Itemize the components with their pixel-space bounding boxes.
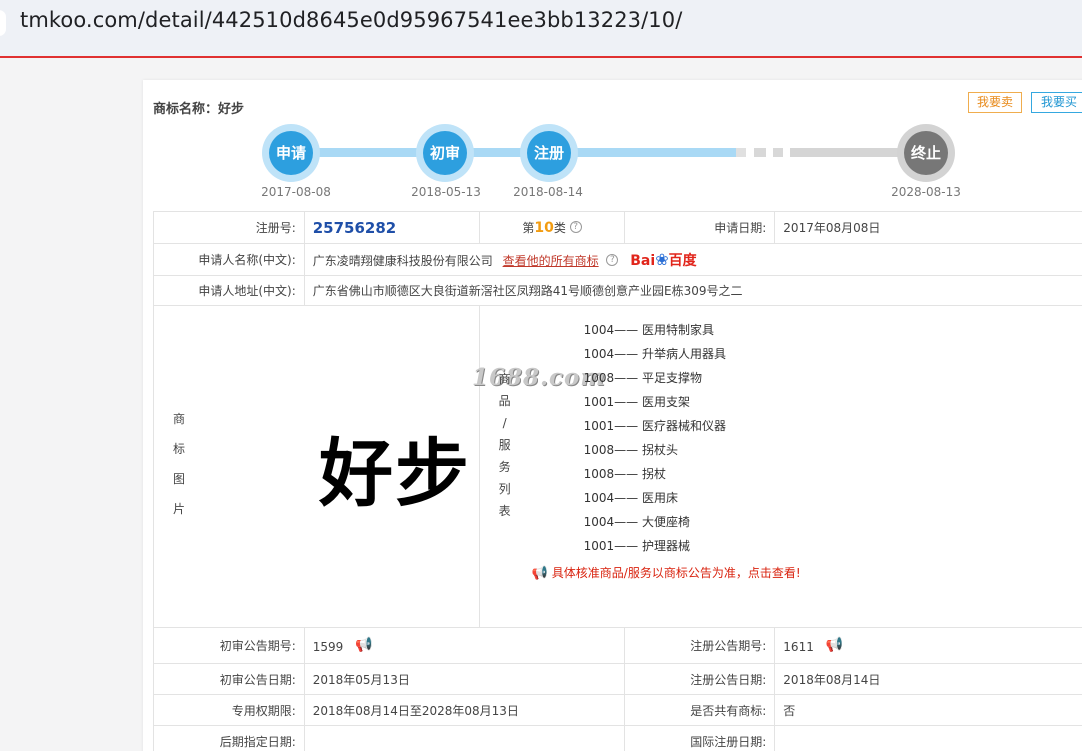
goods-label: 商 品 / 服 务 列 表: [498, 372, 511, 518]
list-item: 1008—— 平足支撑物: [583, 371, 702, 385]
reg-no-label: 注册号:: [153, 211, 305, 244]
row-publication-date: 初审公告日期: 2018年05月13日 注册公告日期: 2018年08月14日: [153, 663, 1082, 695]
baidu-logo-text: Bai: [630, 252, 656, 269]
help-icon[interactable]: ?: [606, 253, 619, 266]
prelim-no-label: 初审公告期号:: [153, 627, 305, 664]
image-label: 商 标 图 片: [172, 412, 185, 516]
sell-button[interactable]: 我要卖: [968, 92, 1022, 113]
shared-value: 否: [774, 694, 1082, 726]
browser-address-bar[interactable]: tmkoo.com/detail/442510d8645e0d95967541e…: [0, 0, 1082, 58]
help-icon[interactable]: ?: [569, 221, 582, 233]
timeline-step-prelim: 初审: [416, 124, 474, 182]
row-applicant: 申请人名称(中文): 广东凌晴翔健康科技股份有限公司 查看他的所有商标 ? Ba…: [153, 243, 1082, 276]
exclusive-label: 专用权期限:: [153, 694, 305, 726]
intl-label: 国际注册日期:: [624, 725, 776, 751]
list-item: 1008—— 拐杖头: [583, 443, 678, 457]
row-later: 后期指定日期: 国际注册日期:: [153, 725, 1082, 751]
applicant-value: 广东凌晴翔健康科技股份有限公司: [312, 253, 493, 268]
row-address: 申请人地址(中文): 广东省佛山市顺德区大良街道新滘社区凤翔路41号顺德创意产业…: [153, 275, 1082, 306]
trademark-image-area: 商 标 图 片 1688.com 好步: [154, 306, 605, 626]
row-exclusive: 专用权期限: 2018年08月14日至2028年08月13日 是否共有商标: 否: [153, 694, 1082, 726]
prelim-date-value: 2018年05月13日: [303, 663, 626, 695]
paw-icon: ❀: [655, 249, 669, 269]
later-value: [303, 725, 626, 751]
apply-date-value: 2017年08月08日: [774, 211, 1082, 244]
timeline-dash: [754, 148, 766, 157]
timeline-date-prelim: 2018-05-13: [411, 185, 481, 199]
timeline-progress-bar: [300, 148, 736, 157]
class-prefix: 第: [522, 221, 535, 235]
list-item: 1004—— 医用特制家具: [583, 323, 714, 337]
exclusive-value: 2018年08月14日至2028年08月13日: [303, 694, 626, 726]
prelim-no-value: 1599: [312, 640, 344, 654]
list-item: 1001—— 医疗器械和仪器: [583, 419, 726, 433]
prelim-no-cell: 1599 📢: [303, 627, 626, 664]
timeline-dash: [736, 148, 746, 157]
reg-no-cell: 25756282: [303, 211, 480, 244]
timeline-date-apply: 2017-08-08: [261, 185, 331, 199]
class-suffix: 类: [553, 221, 566, 235]
address-label: 申请人地址(中文):: [153, 275, 305, 306]
all-marks-link[interactable]: 查看他的所有商标: [503, 254, 599, 268]
shared-label: 是否共有商标:: [624, 694, 776, 726]
reg-pub-no-label: 注册公告期号:: [624, 627, 776, 664]
reg-pub-date-value: 2018年08月14日: [774, 663, 1082, 695]
image-cell: 商 标 图 片 1688.com 好步: [153, 305, 605, 628]
reg-pub-no-cell: 1611 📢: [774, 627, 1082, 664]
trademark-detail-table: 注册号: 25756282 第10类 ? 申请日期: 2017年08月08日 申…: [153, 211, 1082, 751]
url-text[interactable]: tmkoo.com/detail/442510d8645e0d95967541e…: [20, 8, 682, 32]
baidu-search-link[interactable]: Bai❀百度: [630, 250, 696, 270]
megaphone-icon[interactable]: 📢: [826, 637, 843, 653]
timeline-date-register: 2018-08-14: [513, 185, 583, 199]
goods-cell: 商 品 / 服 务 列 表 1004—— 医用特制家具 1004—— 升举病人用…: [478, 305, 1082, 628]
reg-pub-date-label: 注册公告日期:: [624, 663, 776, 695]
list-item: 1004—— 医用床: [583, 491, 678, 505]
address-value: 广东省佛山市顺德区大良街道新滘社区凤翔路41号顺德创意产业园E栋309号之二: [303, 275, 1082, 306]
class-number: 10: [534, 220, 554, 236]
apply-date-label: 申请日期:: [624, 211, 776, 244]
timeline-step-apply: 申请: [262, 124, 320, 182]
row-publication-no: 初审公告期号: 1599 📢 注册公告期号: 1611 📢: [153, 627, 1082, 664]
applicant-label: 申请人名称(中文):: [153, 243, 305, 276]
megaphone-icon[interactable]: 📢: [355, 637, 372, 653]
tab-edge: [0, 10, 6, 36]
timeline-step-end: 终止: [897, 124, 955, 182]
goods-notice-link[interactable]: 📢 具体核准商品/服务以商标公告为准，点击查看!: [532, 564, 1082, 581]
trademark-name-heading: 商标名称：好步: [153, 102, 245, 117]
list-item: 1004—— 升举病人用器具: [583, 347, 726, 361]
prelim-date-label: 初审公告日期:: [153, 663, 305, 695]
reg-pub-no-value: 1611: [783, 640, 814, 654]
timeline-date-end: 2028-08-13: [891, 185, 961, 199]
row-image-goods: 商 标 图 片 1688.com 好步 商 品 / 服 务 列 表 1004——…: [153, 305, 1082, 628]
goods-list: 1004—— 医用特制家具 1004—— 升举病人用器具 1008—— 平足支撑…: [480, 306, 1082, 558]
intl-value: [774, 725, 1082, 751]
row-reg-no: 注册号: 25756282 第10类 ? 申请日期: 2017年08月08日: [153, 211, 1082, 244]
trademark-image: 好步: [319, 431, 471, 517]
applicant-cell: 广东凌晴翔健康科技股份有限公司 查看他的所有商标 ? Bai❀百度: [303, 243, 1082, 276]
list-item: 1004—— 大便座椅: [583, 515, 690, 529]
baidu-logo-text: 百度: [668, 252, 697, 269]
list-item: 1008—— 拐杖: [583, 467, 666, 481]
later-label: 后期指定日期:: [153, 725, 305, 751]
reg-no-value: 25756282: [312, 218, 397, 237]
list-item: 1001—— 护理器械: [583, 539, 690, 553]
buy-button[interactable]: 我要买: [1031, 92, 1082, 113]
megaphone-icon: 📢: [531, 566, 548, 581]
class-cell: 第10类 ?: [478, 211, 626, 244]
list-item: 1001—— 医用支架: [583, 395, 690, 409]
timeline-step-register: 注册: [520, 124, 578, 182]
timeline-dash: [773, 148, 783, 157]
